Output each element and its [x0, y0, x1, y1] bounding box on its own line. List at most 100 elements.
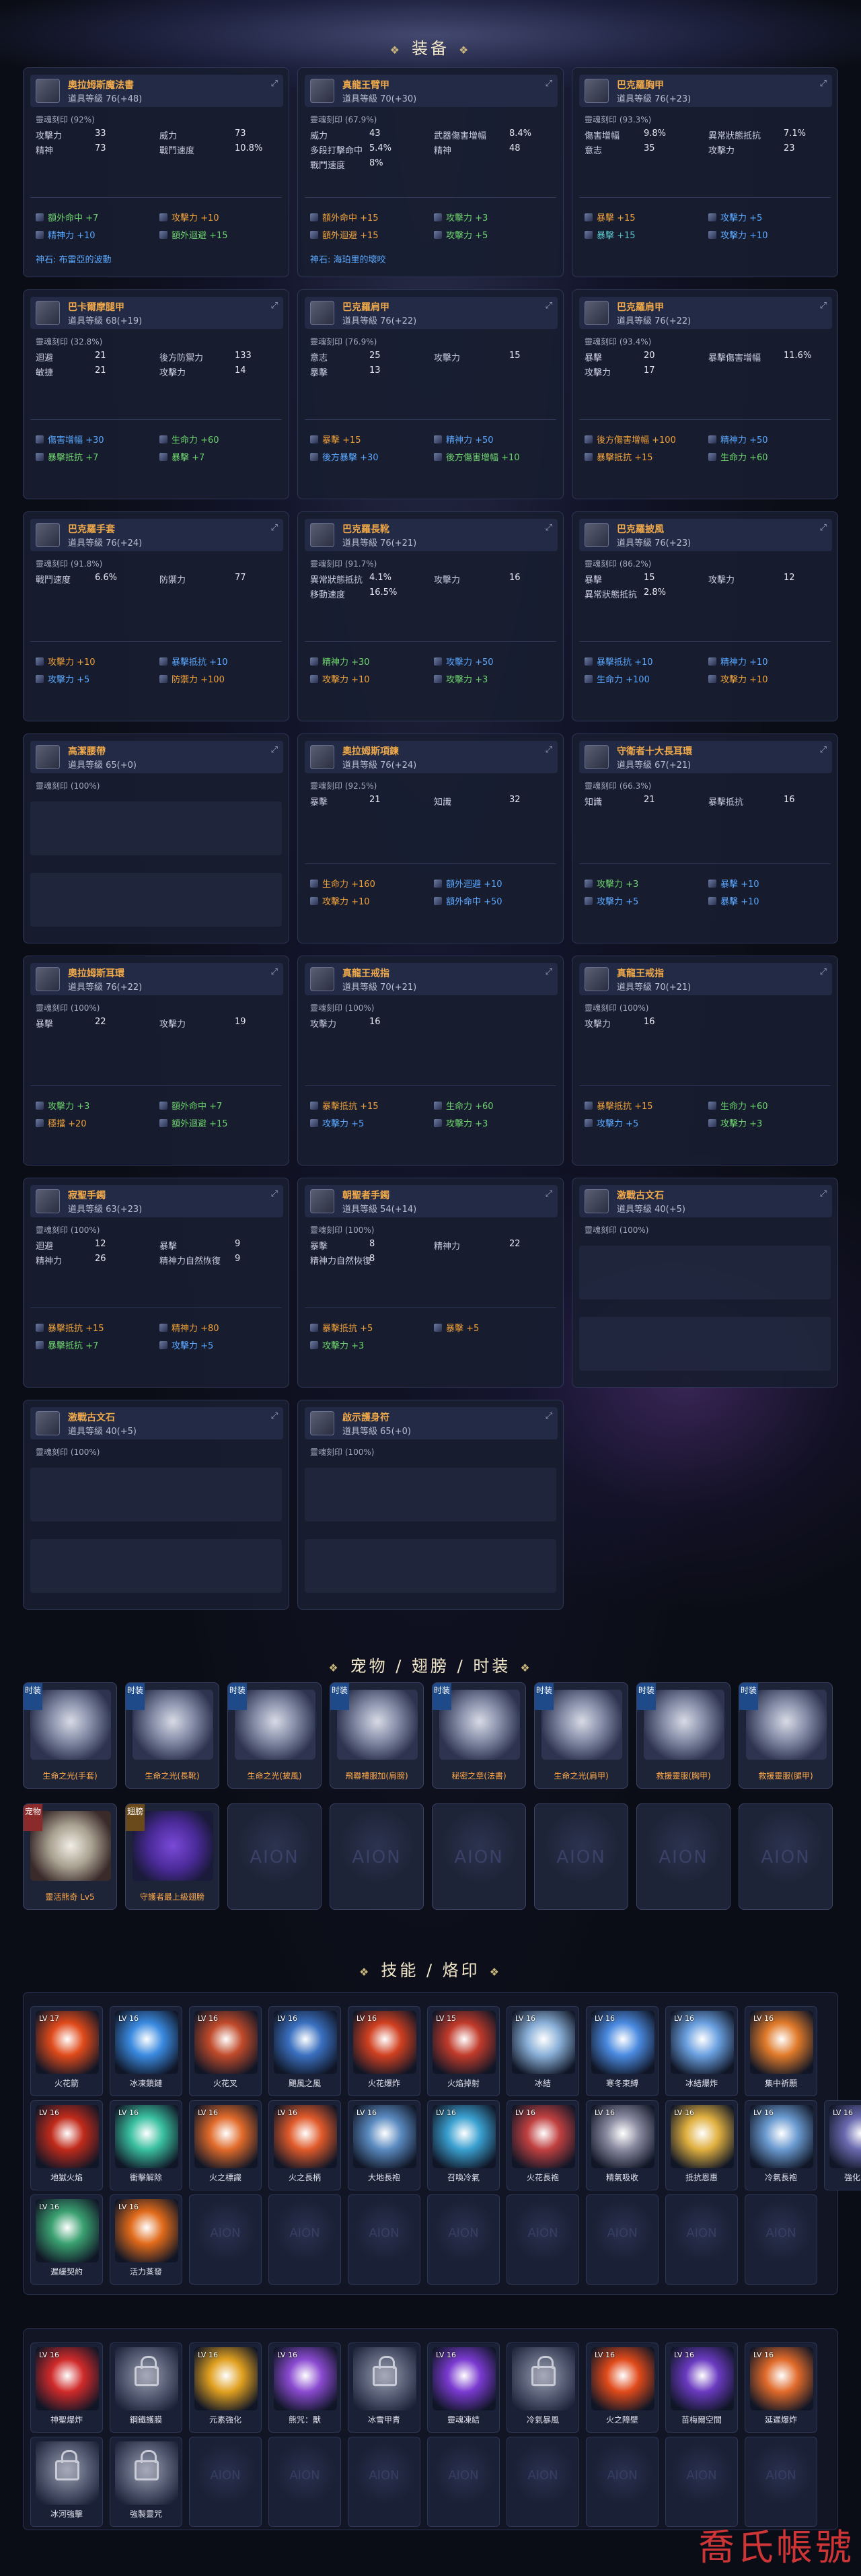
- skill-slot[interactable]: LV 16 火之障壁: [586, 2342, 659, 2433]
- expand-icon[interactable]: ⤢: [820, 301, 827, 311]
- equipment-card[interactable]: 真龍王戒指 道具等級 70(+21) ⤢ 靈魂刻印 (100%) 攻擊力 16 暴擊抵抗 +…: [297, 956, 564, 1166]
- skill-slot[interactable]: 冰河強擊: [30, 2437, 103, 2527]
- skill-slot[interactable]: LV 16 火花長袍: [507, 2100, 579, 2190]
- equipment-card[interactable]: 巴卡爾摩腿甲 道具等級 68(+19) ⤢ 靈魂刻印 (32.8%) 迴避 21 後方防禦力…: [23, 289, 289, 499]
- equipment-card[interactable]: 巴克羅肩甲 道具等級 76(+22) ⤢ 靈魂刻印 (93.4%) 暴擊 20 暴擊傷害增幅…: [572, 289, 838, 499]
- equipment-card[interactable]: 守衛者十大長耳環 道具等級 67(+21) ⤢ 靈魂刻印 (66.3%) 知識 21 暴擊抵…: [572, 734, 838, 943]
- expand-icon[interactable]: ⤢: [271, 1189, 278, 1199]
- item-tile[interactable]: 时装 秘密之章(法書): [432, 1682, 526, 1789]
- skill-slot[interactable]: LV 16 活力蒸發: [110, 2194, 182, 2285]
- aion-logo: AION: [659, 1847, 708, 1867]
- equipment-card[interactable]: 巴克羅胸甲 道具等級 76(+23) ⤢ 靈魂刻印 (93.3%) 傷害增幅 9.8% 異常…: [572, 67, 838, 277]
- bonus-stat: 防禦力 +100: [159, 672, 225, 685]
- item-tile[interactable]: 宠物 靈活熊奇 Lv5: [23, 1803, 117, 1910]
- soul-imprint: 靈魂刻印 (67.9%): [310, 115, 377, 124]
- skill-slot[interactable]: LV 16 火花叉: [189, 2006, 262, 2096]
- expand-icon[interactable]: ⤢: [546, 523, 552, 533]
- expand-icon[interactable]: ⤢: [271, 79, 278, 89]
- item-tile[interactable]: 时装 生命之光(長靴): [125, 1682, 219, 1789]
- stat-value: 23: [784, 143, 795, 153]
- skill-slot[interactable]: LV 16 延遲爆炸: [745, 2342, 817, 2433]
- expand-icon[interactable]: ⤢: [546, 1411, 552, 1421]
- skill-slot[interactable]: LV 16 寒冬束縛: [586, 2006, 659, 2096]
- equipment-card[interactable]: 寂聖手鐲 道具等級 63(+23) ⤢ 靈魂刻印 (100%) 迴避 12 暴擊 9 精神力 26…: [23, 1178, 289, 1388]
- item-tile[interactable]: 时装 救援靈服(腿甲): [739, 1682, 833, 1789]
- skill-slot[interactable]: LV 17 火花箭: [30, 2006, 103, 2096]
- equipment-card[interactable]: 奧拉姆斯魔法書 道具等級 76(+48) ⤢ 靈魂刻印 (92%) 攻擊力 33 威力 73 精…: [23, 67, 289, 277]
- skill-slot[interactable]: LV 16 苗梅爾空間: [665, 2342, 738, 2433]
- skill-slot[interactable]: LV 16 集中祈願: [745, 2006, 817, 2096]
- expand-icon[interactable]: ⤢: [546, 301, 552, 311]
- expand-icon[interactable]: ⤢: [820, 1189, 827, 1199]
- item-tile[interactable]: 时装 生命之光(手套): [23, 1682, 117, 1789]
- stat-value: 43: [369, 129, 381, 139]
- skill-slot[interactable]: LV 16 冷氣長袍: [745, 2100, 817, 2190]
- equipment-card[interactable]: 激戰古文石 道具等級 40(+5) ⤢ 靈魂刻印 (100%): [23, 1400, 289, 1610]
- equipment-card[interactable]: 奧拉姆斯耳環 道具等級 76(+22) ⤢ 靈魂刻印 (100%) 暴擊 22 攻擊力 19 攻…: [23, 956, 289, 1166]
- skill-slot[interactable]: LV 16 熊咒：獸: [268, 2342, 341, 2433]
- expand-icon[interactable]: ⤢: [546, 1189, 552, 1199]
- skill-slot[interactable]: LV 16 大地長袍: [348, 2100, 420, 2190]
- skill-slot[interactable]: LV 16 颶風之風: [268, 2006, 341, 2096]
- skill-slot[interactable]: LV 16 火之長柄: [268, 2100, 341, 2190]
- stat-name: 暴擊: [310, 797, 328, 808]
- skill-slot[interactable]: 冷氣暴風: [507, 2342, 579, 2433]
- expand-icon[interactable]: ⤢: [271, 1411, 278, 1421]
- item-tile[interactable]: 时装 生命之光(披風): [227, 1682, 322, 1789]
- skill-slot[interactable]: LV 16 靈魂凍結: [427, 2342, 500, 2433]
- skill-slot[interactable]: 強製靈咒: [110, 2437, 182, 2527]
- equipment-card[interactable]: 啟示護身符 道具等級 65(+0) ⤢ 靈魂刻印 (100%): [297, 1400, 564, 1610]
- expand-icon[interactable]: ⤢: [271, 967, 278, 977]
- equipment-card[interactable]: 奧拉姆斯項鍊 道具等級 76(+24) ⤢ 靈魂刻印 (92.5%) 暴擊 21 知識 32 生…: [297, 734, 564, 943]
- equipment-card[interactable]: 巴克羅披風 道具等級 76(+23) ⤢ 靈魂刻印 (86.2%) 暴擊 15 攻擊力 12 異…: [572, 511, 838, 721]
- skill-slot[interactable]: LV 16 遲緩契約: [30, 2194, 103, 2285]
- skill-slot[interactable]: LV 16 抵抗恩惠: [665, 2100, 738, 2190]
- skill-slot[interactable]: LV 16 冰凍鎖鏈: [110, 2006, 182, 2096]
- soul-imprint: 靈魂刻印 (86.2%): [585, 559, 652, 569]
- skill-slot[interactable]: LV 16 召喚冷氣: [427, 2100, 500, 2190]
- bonus-icon: [585, 453, 593, 461]
- skill-slot[interactable]: LV 16 地獄火焰: [30, 2100, 103, 2190]
- equipment-card[interactable]: 朝聖者手鐲 道具等級 54(+14) ⤢ 靈魂刻印 (100%) 暴擊 8 精神力 22 精神力…: [297, 1178, 564, 1388]
- skill-slot[interactable]: LV 16 冰結: [507, 2006, 579, 2096]
- equipment-card[interactable]: 真龍王戒指 道具等級 70(+21) ⤢ 靈魂刻印 (100%) 攻擊力 16 暴擊抵抗 +…: [572, 956, 838, 1166]
- divider: [579, 197, 831, 198]
- stat-row: 傷害增幅 9.8%: [585, 129, 666, 141]
- item-tile[interactable]: 时装 生命之光(肩甲): [534, 1682, 628, 1789]
- expand-icon[interactable]: ⤢: [546, 745, 552, 755]
- equipment-card[interactable]: 巴克羅手套 道具等級 76(+24) ⤢ 靈魂刻印 (91.8%) 戰鬥速度 6.6% 防禦…: [23, 511, 289, 721]
- expand-icon[interactable]: ⤢: [546, 79, 552, 89]
- bonus-text: 生命力 +60: [720, 1102, 768, 1112]
- equipment-card[interactable]: 激戰古文石 道具等級 40(+5) ⤢ 靈魂刻印 (100%): [572, 1178, 838, 1388]
- skill-slot[interactable]: 鋼鐵護膜: [110, 2342, 182, 2433]
- expand-icon[interactable]: ⤢: [820, 745, 827, 755]
- expand-icon[interactable]: ⤢: [820, 967, 827, 977]
- skill-slot[interactable]: LV 16 精氣吸收: [586, 2100, 659, 2190]
- skill-slot[interactable]: LV 16 冰結爆炸: [665, 2006, 738, 2096]
- expand-icon[interactable]: ⤢: [820, 523, 827, 533]
- item-tile[interactable]: 时装 飛聯禮服加(肩膀): [330, 1682, 424, 1789]
- equipment-card[interactable]: 真龍王臂甲 道具等級 70(+30) ⤢ 靈魂刻印 (67.9%) 威力 43 武器傷害增幅…: [297, 67, 564, 277]
- expand-icon[interactable]: ⤢: [820, 79, 827, 89]
- skill-slot[interactable]: LV 16 火之標識: [189, 2100, 262, 2190]
- bonus-icon: [585, 1102, 593, 1110]
- skill-slot[interactable]: 冰雪甲青: [348, 2342, 420, 2433]
- equipment-card[interactable]: 巴克羅肩甲 道具等級 76(+22) ⤢ 靈魂刻印 (76.9%) 意志 25 攻擊力 15 暴…: [297, 289, 564, 499]
- expand-icon[interactable]: ⤢: [271, 301, 278, 311]
- skill-slot[interactable]: LV 16 元素強化: [189, 2342, 262, 2433]
- equipment-card[interactable]: 高潔腰帶 道具等級 65(+0) ⤢ 靈魂刻印 (100%): [23, 734, 289, 943]
- skill-slot[interactable]: LV 15 火焰掉射: [427, 2006, 500, 2096]
- skill-slot[interactable]: LV 16 火花爆炸: [348, 2006, 420, 2096]
- item-tile[interactable]: 翅膀 守護者最上級翅膀: [125, 1803, 219, 1910]
- expand-icon[interactable]: ⤢: [271, 745, 278, 755]
- expand-icon[interactable]: ⤢: [271, 523, 278, 533]
- godstone-text: 神石: 布雷亞的波動: [36, 255, 112, 265]
- item-tile[interactable]: 时装 救援靈服(胸甲): [636, 1682, 731, 1789]
- skill-slot[interactable]: LV 16 衝擊解除: [110, 2100, 182, 2190]
- skill-slot[interactable]: LV 16 強化恩惠: [824, 2100, 861, 2190]
- equipment-card[interactable]: 巴克羅長靴 道具等級 76(+21) ⤢ 靈魂刻印 (91.7%) 異常狀態抵抗 4.1%…: [297, 511, 564, 721]
- skill-slot[interactable]: LV 16 神聖爆炸: [30, 2342, 103, 2433]
- expand-icon[interactable]: ⤢: [546, 967, 552, 977]
- stat-name: 戰鬥速度: [159, 146, 195, 156]
- empty-art: [541, 1811, 622, 1881]
